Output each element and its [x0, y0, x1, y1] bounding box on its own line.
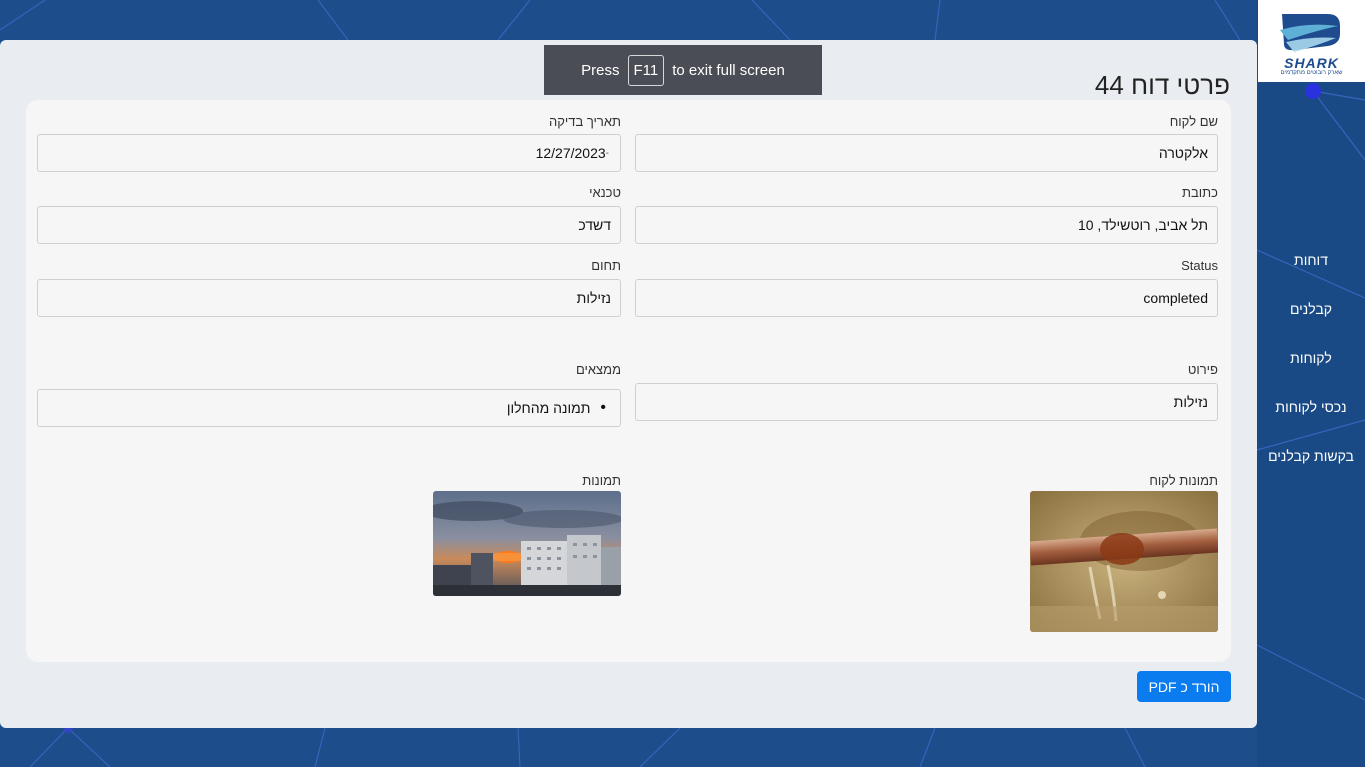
- toast-press-text: Press: [581, 61, 620, 79]
- nav-item-contractors[interactable]: קבלנים: [1257, 301, 1365, 317]
- shark-logo[interactable]: SHARK שארק רובוטים מתקדמים: [1258, 0, 1365, 82]
- nav-item-reports[interactable]: דוחות: [1257, 252, 1365, 268]
- inspection-date-value: 12/27/2023: [535, 145, 606, 161]
- sidebar-pattern: [1257, 83, 1365, 701]
- leaking-pipe-photo: [1030, 491, 1218, 632]
- report-images-label: תמונות: [582, 473, 621, 488]
- logo-tagline: שארק רובוטים מתקדמים: [1280, 70, 1343, 76]
- toast-rest-text: to exit full screen: [672, 61, 785, 79]
- address-label: כתובת: [1182, 185, 1218, 200]
- customer-name-field[interactable]: אלקטרה: [635, 134, 1218, 172]
- customer-images-label: תמונות לקוח: [1149, 473, 1218, 488]
- details-field[interactable]: נזילות: [635, 383, 1218, 421]
- sunset-city-photo: [433, 491, 621, 596]
- customer-name-value: אלקטרה: [1158, 145, 1208, 161]
- domain-field[interactable]: נזילות: [37, 279, 621, 317]
- address-field[interactable]: תל אביב, רוטשילד, 10: [635, 206, 1218, 244]
- customer-name-label: שם לקוח: [1169, 114, 1218, 129]
- technician-field[interactable]: דשדכ: [37, 206, 621, 244]
- sidebar: SHARK שארק רובוטים מתקדמים דוחות קבלנים …: [1257, 0, 1365, 767]
- address-value: תל אביב, רוטשילד, 10: [1077, 217, 1208, 233]
- report-image-window-sunset[interactable]: [433, 491, 621, 596]
- status-label: Status: [1181, 258, 1218, 273]
- customer-image-leaking-pipe[interactable]: [1030, 491, 1218, 632]
- status-field[interactable]: completed: [635, 279, 1218, 317]
- domain-value: נזילות: [576, 290, 611, 306]
- toast-key: F11: [627, 54, 665, 86]
- nav-item-customer-assets[interactable]: נכסי לקוחות: [1257, 399, 1365, 415]
- findings-label: ממצאים: [575, 362, 621, 377]
- status-value: completed: [1143, 290, 1208, 306]
- inspection-date-field[interactable]: - 12/27/2023: [37, 134, 621, 172]
- inspection-date-label: תאריך בדיקה: [548, 114, 621, 129]
- page-title: פרטי דוח 44: [1094, 70, 1230, 100]
- report-details-panel: שם לקוח אלקטרה כתובת תל אביב, רוטשילד, 1…: [26, 100, 1231, 662]
- fullscreen-toast: Press F11 to exit full screen: [544, 45, 822, 95]
- technician-value: דשדכ: [578, 217, 611, 233]
- technician-label: טכנאי: [589, 185, 621, 200]
- nav-item-contractor-requests[interactable]: בקשות קבלנים: [1257, 448, 1365, 464]
- details-label: פירוט: [1187, 362, 1218, 377]
- logo-brand: SHARK: [1284, 55, 1339, 71]
- download-pdf-button[interactable]: הורד כ PDF: [1137, 671, 1231, 702]
- nav-item-customers[interactable]: לקוחות: [1257, 350, 1365, 366]
- domain-label: תחום: [591, 258, 621, 273]
- date-picker-indicator-icon[interactable]: -: [606, 148, 609, 159]
- bullet-icon: •: [600, 399, 606, 416]
- report-card: פרטי דוח 44 שם לקוח אלקטרה כתובת תל אביב…: [0, 40, 1257, 728]
- findings-item: תמונה מהחלון: [506, 400, 591, 416]
- findings-list: • תמונה מהחלון: [37, 389, 621, 427]
- details-value: נזילות: [1173, 394, 1208, 410]
